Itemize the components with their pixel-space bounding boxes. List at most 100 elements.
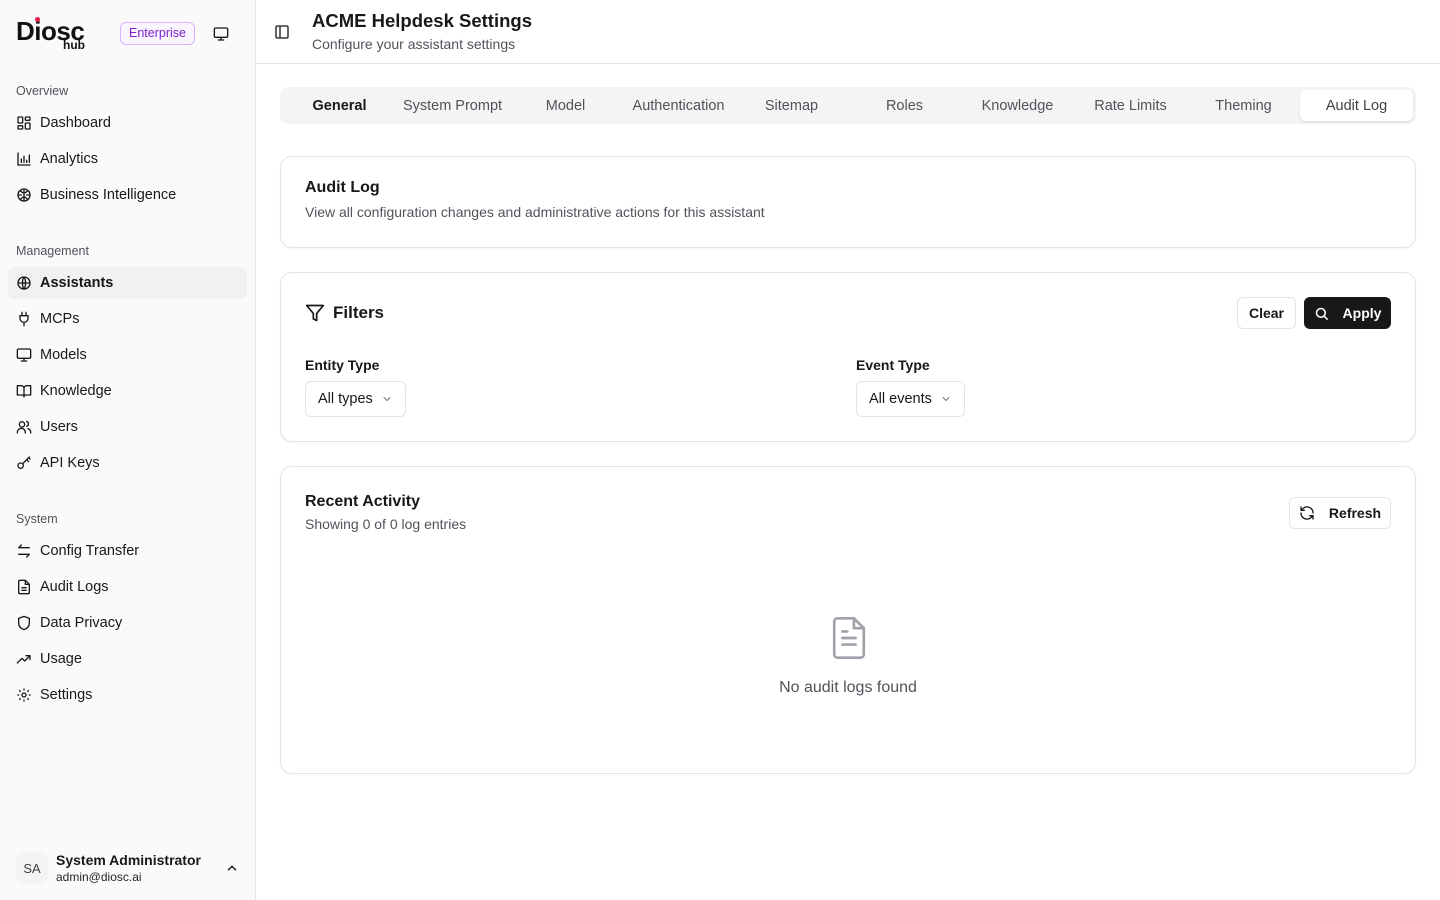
- sidebar-item-audit-logs[interactable]: Audit Logs: [8, 571, 247, 603]
- sidebar-item-label: Config Transfer: [40, 543, 140, 559]
- globe-icon: [16, 275, 32, 291]
- sidebar-item-usage[interactable]: Usage: [8, 643, 247, 675]
- sidebar-item-assistants[interactable]: Assistants: [8, 267, 247, 299]
- apply-button-label: Apply: [1342, 305, 1382, 321]
- file-text-icon: [832, 616, 866, 660]
- event-type-label: Event Type: [856, 357, 930, 373]
- panel-left-icon: [275, 25, 289, 39]
- chevron-down-icon: [942, 397, 950, 401]
- activity-title: Recent Activity: [305, 493, 420, 510]
- tab-theming[interactable]: Theming: [1187, 90, 1300, 121]
- trending-up-icon: [16, 651, 32, 667]
- filters-title: Filters: [333, 303, 385, 322]
- page-title: ACME Helpdesk Settings: [312, 10, 532, 31]
- filter-icon: [305, 304, 325, 322]
- sidebar-item-knowledge[interactable]: Knowledge: [8, 375, 247, 407]
- audit-log-card: Audit Log View all configuration changes…: [280, 156, 1416, 248]
- sidebar-item-label: Settings: [40, 687, 93, 703]
- recent-activity-card: Recent Activity Showing 0 of 0 log entri…: [280, 466, 1416, 774]
- sidebar-item-label: API Keys: [40, 455, 100, 471]
- settings-tabs: General System Prompt Model Authenticati…: [280, 87, 1416, 124]
- gear-icon: [16, 687, 32, 703]
- monitor-icon: [16, 347, 32, 363]
- entity-type-label: Entity Type: [305, 357, 380, 373]
- empty-state-text: No audit logs found: [779, 679, 917, 696]
- users-icon: [16, 419, 32, 435]
- tab-audit-log[interactable]: Audit Log: [1300, 90, 1413, 121]
- tab-general[interactable]: General: [283, 90, 396, 121]
- sidebar-item-dashboard[interactable]: Dashboard: [8, 107, 247, 139]
- refresh-icon: [1300, 506, 1314, 520]
- logo-text: Diosc: [16, 16, 85, 46]
- book-icon: [16, 383, 32, 399]
- event-type-select[interactable]: All events: [856, 381, 965, 417]
- card-title: Audit Log: [305, 179, 380, 196]
- tab-model[interactable]: Model: [509, 90, 622, 121]
- section-label-management: Management: [16, 244, 89, 258]
- transfer-icon: [16, 543, 32, 559]
- brain-icon: [16, 187, 32, 203]
- tab-roles[interactable]: Roles: [848, 90, 961, 121]
- entity-type-value: All types: [318, 391, 373, 407]
- user-name: System Administrator: [56, 851, 201, 868]
- section-label-system: System: [16, 512, 58, 526]
- sidebar-item-settings[interactable]: Settings: [8, 679, 247, 711]
- bar-chart-icon: [16, 151, 32, 167]
- sidebar-item-label: Data Privacy: [40, 615, 123, 631]
- tab-sitemap[interactable]: Sitemap: [735, 90, 848, 121]
- tab-rate-limits[interactable]: Rate Limits: [1074, 90, 1187, 121]
- shield-icon: [16, 615, 32, 631]
- sidebar-item-label: Usage: [40, 651, 82, 667]
- file-text-icon: [16, 579, 32, 595]
- plan-badge: Enterprise: [120, 22, 195, 45]
- entity-type-select[interactable]: All types: [305, 381, 406, 417]
- sidebar-item-label: Models: [40, 347, 87, 363]
- sidebar-item-label: Knowledge: [40, 383, 112, 399]
- event-type-value: All events: [869, 391, 932, 407]
- card-description: View all configuration changes and admin…: [305, 204, 765, 220]
- sidebar-item-label: Assistants: [40, 275, 114, 291]
- user-menu[interactable]: SA System Administrator admin@diosc.ai: [8, 844, 247, 892]
- sidebar-toggle-button[interactable]: [272, 22, 292, 42]
- refresh-button[interactable]: Refresh: [1289, 497, 1391, 529]
- refresh-button-label: Refresh: [1328, 505, 1382, 521]
- sidebar-item-data-privacy[interactable]: Data Privacy: [8, 607, 247, 639]
- logo[interactable]: Diosc hub: [16, 16, 106, 52]
- clear-button[interactable]: Clear: [1237, 297, 1296, 329]
- sidebar-item-label: Business Intelligence: [40, 187, 177, 203]
- tab-authentication[interactable]: Authentication: [622, 90, 735, 121]
- dashboard-icon: [16, 115, 32, 131]
- sidebar-item-mcps[interactable]: MCPs: [8, 303, 247, 335]
- tab-system-prompt[interactable]: System Prompt: [396, 90, 509, 121]
- sidebar-item-config-transfer[interactable]: Config Transfer: [8, 535, 247, 567]
- search-icon: [1315, 307, 1328, 320]
- sidebar-item-users[interactable]: Users: [8, 411, 247, 443]
- key-icon: [16, 455, 32, 471]
- page-header: ACME Helpdesk Settings Configure your as…: [256, 0, 1440, 64]
- chevron-up-icon: [227, 865, 237, 871]
- apply-button[interactable]: Apply: [1304, 297, 1391, 329]
- sidebar-item-label: Analytics: [40, 151, 99, 167]
- sidebar-item-analytics[interactable]: Analytics: [8, 143, 247, 175]
- sidebar-item-label: MCPs: [40, 311, 80, 327]
- sidebar-item-business-intelligence[interactable]: Business Intelligence: [8, 179, 247, 211]
- sidebar-item-api-keys[interactable]: API Keys: [8, 447, 247, 479]
- sidebar-item-models[interactable]: Models: [8, 339, 247, 371]
- sidebar-item-label: Dashboard: [40, 115, 111, 131]
- monitor-icon: [213, 27, 229, 41]
- logo-dot: [35, 17, 40, 22]
- logo-subtext: hub: [63, 38, 85, 52]
- avatar: SA: [16, 852, 48, 884]
- chevron-down-icon: [383, 397, 391, 401]
- activity-summary: Showing 0 of 0 log entries: [305, 516, 467, 532]
- sidebar-item-label: Users: [40, 419, 78, 435]
- filters-card: Filters Clear Apply Entity Type All type…: [280, 272, 1416, 442]
- tab-knowledge[interactable]: Knowledge: [961, 90, 1074, 121]
- display-mode-button[interactable]: [210, 24, 232, 44]
- sidebar: Diosc hub Enterprise Overview Dashboard …: [0, 0, 256, 900]
- sidebar-item-label: Audit Logs: [40, 579, 109, 595]
- plug-icon: [16, 311, 32, 327]
- section-label-overview: Overview: [16, 84, 69, 98]
- user-email: admin@diosc.ai: [56, 869, 142, 884]
- page-subtitle: Configure your assistant settings: [312, 36, 516, 52]
